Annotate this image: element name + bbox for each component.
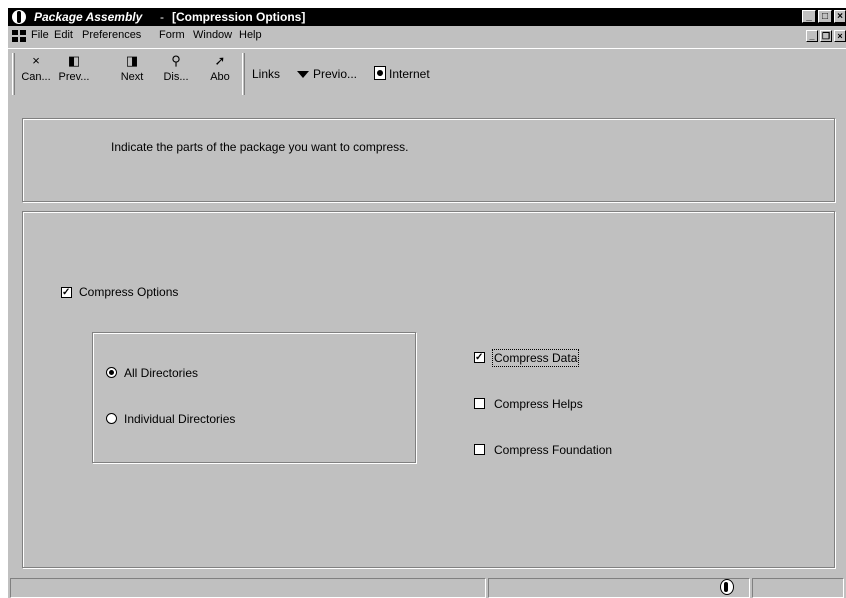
previous-label: Prev...	[58, 71, 90, 83]
next-icon: ◨	[125, 53, 139, 68]
previous-link[interactable]: Previo...	[313, 67, 357, 81]
menu-file[interactable]: File	[31, 29, 49, 41]
next-label: Next	[120, 71, 144, 83]
internet-link[interactable]: Internet	[389, 67, 430, 81]
form-title: [Compression Options]	[172, 10, 306, 24]
toolbar-grip	[12, 53, 15, 95]
form-client-area: Indicate the parts of the package you wa…	[8, 100, 846, 574]
menu-preferences[interactable]: Preferences	[82, 29, 141, 41]
directories-group	[92, 332, 416, 463]
close-button[interactable]: ×	[834, 10, 846, 23]
mdi-minimize-button[interactable]: _	[806, 30, 818, 42]
menu-help[interactable]: Help	[239, 29, 262, 41]
individual-directories-radio[interactable]	[106, 413, 117, 424]
compress-options-checkbox[interactable]	[61, 287, 72, 298]
display-icon: ⚲	[171, 53, 181, 68]
compress-data-label[interactable]: Compress Data	[491, 349, 580, 367]
cancel-icon: ×	[32, 53, 40, 68]
compress-foundation-checkbox[interactable]	[474, 444, 485, 455]
menu-form[interactable]: Form	[159, 29, 185, 41]
app-globe-icon[interactable]	[12, 10, 26, 24]
compress-foundation-label[interactable]: Compress Foundation	[494, 443, 612, 457]
next-button[interactable]: ◨ Next	[116, 51, 148, 95]
internet-icon[interactable]	[374, 66, 386, 80]
about-button[interactable]: ➚ Abo	[204, 51, 236, 95]
display-button[interactable]: ⚲ Dis...	[160, 51, 192, 95]
status-globe-icon	[720, 579, 734, 595]
mdi-restore-button[interactable]: ❐	[820, 30, 832, 42]
status-pane-right	[752, 578, 844, 598]
form-menu-icon[interactable]	[12, 30, 26, 43]
all-directories-label[interactable]: All Directories	[124, 366, 198, 380]
menu-bar: File Edit Preferences Form Window Help _…	[8, 26, 846, 46]
links-dropdown-arrow-icon[interactable]	[297, 71, 309, 78]
links-label[interactable]: Links	[252, 67, 280, 81]
compress-helps-checkbox[interactable]	[474, 398, 485, 409]
previous-button[interactable]: ◧ Prev...	[58, 51, 90, 95]
maximize-button[interactable]: □	[818, 10, 832, 23]
cancel-button[interactable]: × Can...	[20, 51, 52, 95]
status-pane-secondary	[488, 578, 750, 598]
title-bar[interactable]: Package Assembly - [Compression Options]…	[8, 8, 846, 26]
compress-helps-label[interactable]: Compress Helps	[494, 397, 583, 411]
mdi-close-button[interactable]: ×	[834, 30, 846, 42]
individual-directories-label[interactable]: Individual Directories	[124, 412, 235, 426]
all-directories-radio[interactable]	[106, 367, 117, 378]
instruction-text: Indicate the parts of the package you wa…	[111, 140, 409, 154]
menu-window[interactable]: Window	[193, 29, 232, 41]
toolbar-separator	[242, 53, 245, 95]
status-pane-main	[10, 578, 486, 598]
compress-data-checkbox[interactable]	[474, 352, 485, 363]
menu-edit[interactable]: Edit	[54, 29, 73, 41]
cancel-label: Can...	[21, 71, 51, 83]
app-title: Package Assembly	[34, 10, 143, 24]
toolbar: × Can... ◧ Prev... ◨ Next ⚲ Dis... ➚ Abo…	[8, 48, 846, 98]
about-label: Abo	[210, 71, 230, 83]
about-icon: ➚	[214, 53, 226, 68]
status-bar	[8, 576, 846, 598]
application-window: Package Assembly - [Compression Options]…	[8, 8, 846, 598]
compress-options-label[interactable]: Compress Options	[79, 285, 178, 299]
display-label: Dis...	[163, 71, 189, 83]
previous-icon: ◧	[67, 53, 81, 68]
minimize-button[interactable]: _	[802, 10, 816, 23]
title-separator: -	[160, 10, 164, 24]
instruction-panel	[22, 118, 835, 202]
